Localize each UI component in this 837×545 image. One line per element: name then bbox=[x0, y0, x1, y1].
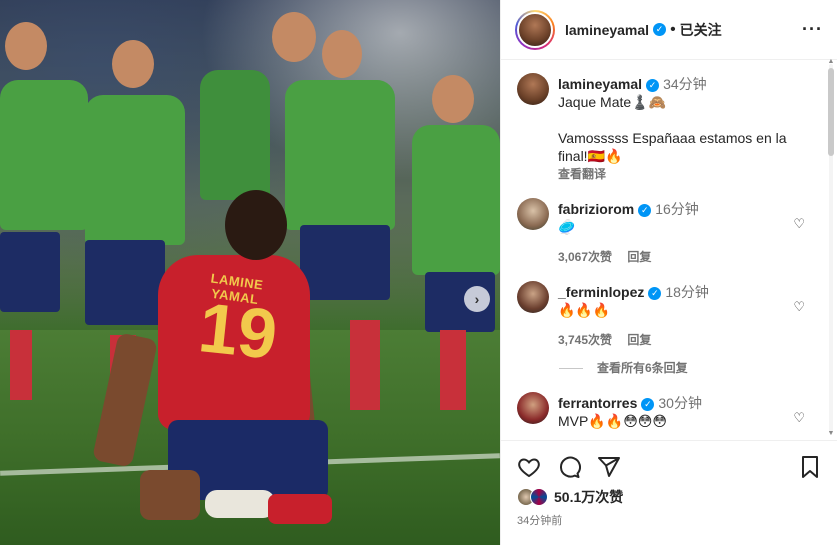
teammate-head bbox=[272, 12, 316, 62]
comment-username[interactable]: _ferminlopez bbox=[558, 284, 644, 300]
comment-time: 16分钟 bbox=[655, 201, 699, 217]
comment-username[interactable]: ferrantorres bbox=[558, 395, 637, 411]
teammate-shorts bbox=[85, 240, 165, 325]
comment-heart-icon[interactable]: ♡ bbox=[793, 299, 805, 315]
next-photo-button[interactable]: › bbox=[464, 286, 490, 312]
scroll-up-icon[interactable]: ▲ bbox=[827, 58, 835, 66]
like-count[interactable]: 50.1万次赞 bbox=[554, 487, 623, 507]
teammate-head bbox=[432, 75, 474, 123]
teammate-sock bbox=[440, 330, 466, 410]
teammate-bib bbox=[285, 80, 395, 230]
post-dialog: LAMINE YAMAL 19 › lamineyamal ✓ • 已关注 ··… bbox=[0, 0, 837, 545]
teammate-shorts bbox=[0, 232, 60, 312]
caption-line1: Jaque Mate♟️🙈 bbox=[558, 94, 667, 110]
teammate-sock bbox=[350, 320, 380, 410]
teammate-head bbox=[5, 22, 47, 70]
comments-scroll[interactable]: lamineyamal ✓ 34分钟 Jaque Mate♟️🙈 Vamosssss… bbox=[501, 61, 837, 438]
reply-button[interactable]: 回复 bbox=[627, 333, 651, 347]
post-timestamp[interactable]: 34分钟前 bbox=[517, 512, 562, 528]
comment-icon[interactable] bbox=[557, 455, 581, 479]
scroll-down-icon[interactable]: ▼ bbox=[827, 430, 835, 438]
comments-scrollbar[interactable]: ▲ ▼ bbox=[827, 58, 835, 437]
teammate-bib bbox=[85, 95, 185, 245]
comment-heart-icon[interactable]: ♡ bbox=[793, 410, 805, 426]
teammate-bib bbox=[0, 80, 88, 230]
post-photo[interactable]: LAMINE YAMAL 19 › bbox=[0, 0, 500, 545]
caption-time: 34分钟 bbox=[663, 76, 707, 92]
player-leg bbox=[140, 470, 200, 520]
post-panel: lamineyamal ✓ • 已关注 ··· lamineyamal ✓ 34分钟… bbox=[500, 0, 837, 545]
scrollbar-thumb[interactable] bbox=[828, 68, 834, 156]
post-header: lamineyamal ✓ • 已关注 ··· bbox=[501, 0, 837, 60]
avatar bbox=[530, 488, 548, 506]
teammate-sock bbox=[10, 330, 32, 400]
comment-username[interactable]: fabriziorom bbox=[558, 201, 634, 217]
avatar[interactable] bbox=[517, 198, 549, 230]
likes-summary[interactable]: 50.1万次赞 bbox=[517, 487, 623, 507]
post-actions: 50.1万次赞 34分钟前 bbox=[501, 440, 837, 545]
liker-avatars bbox=[517, 488, 548, 506]
jersey-number: 19 bbox=[195, 288, 281, 374]
verified-icon: ✓ bbox=[641, 397, 655, 411]
story-ring[interactable] bbox=[515, 9, 555, 50]
separator-dot: • bbox=[670, 20, 676, 38]
verified-icon: ✓ bbox=[646, 78, 660, 92]
player-sock bbox=[268, 494, 332, 524]
comment-text: 🔥🔥🔥 bbox=[558, 302, 611, 318]
follow-status-button[interactable]: 已关注 bbox=[680, 20, 722, 40]
comment-likes[interactable]: 3,067次赞 bbox=[558, 250, 612, 264]
caption-line2: Vamosssss Españaaa estamos en la final!🇪… bbox=[558, 130, 787, 164]
comment-likes[interactable]: 3,745次赞 bbox=[558, 333, 612, 347]
player-boot bbox=[205, 490, 275, 518]
more-options-icon[interactable]: ··· bbox=[802, 19, 823, 40]
comment-text: MVP🔥🔥😳😳😳 bbox=[558, 413, 667, 429]
reply-button[interactable]: 回复 bbox=[627, 250, 651, 264]
view-replies-link[interactable]: 查看所有6条回复 bbox=[559, 359, 688, 376]
comment-text: 🥏 bbox=[558, 219, 576, 235]
comment-time: 18分钟 bbox=[665, 284, 709, 300]
verified-icon: ✓ bbox=[653, 23, 667, 36]
teammate-bib bbox=[200, 70, 270, 200]
divider bbox=[559, 368, 583, 370]
translate-link[interactable]: 查看翻译 bbox=[558, 165, 808, 183]
heart-icon[interactable] bbox=[517, 455, 541, 479]
avatar[interactable] bbox=[517, 392, 549, 424]
bookmark-icon[interactable] bbox=[798, 455, 822, 479]
chevron-right-icon: › bbox=[474, 291, 480, 307]
author-username[interactable]: lamineyamal bbox=[565, 22, 649, 38]
avatar[interactable] bbox=[517, 73, 549, 105]
teammate-head bbox=[322, 30, 362, 78]
teammate-shorts bbox=[300, 225, 390, 300]
comment-heart-icon[interactable]: ♡ bbox=[793, 216, 805, 232]
avatar bbox=[517, 11, 553, 48]
player-head bbox=[225, 190, 287, 260]
teammate-bib bbox=[412, 125, 500, 275]
comment-time: 30分钟 bbox=[658, 395, 702, 411]
teammate-head bbox=[112, 40, 154, 88]
verified-icon: ✓ bbox=[638, 203, 652, 217]
caption-username[interactable]: lamineyamal bbox=[558, 76, 642, 92]
share-icon[interactable] bbox=[597, 455, 621, 479]
verified-icon: ✓ bbox=[648, 286, 662, 300]
avatar[interactable] bbox=[517, 281, 549, 313]
